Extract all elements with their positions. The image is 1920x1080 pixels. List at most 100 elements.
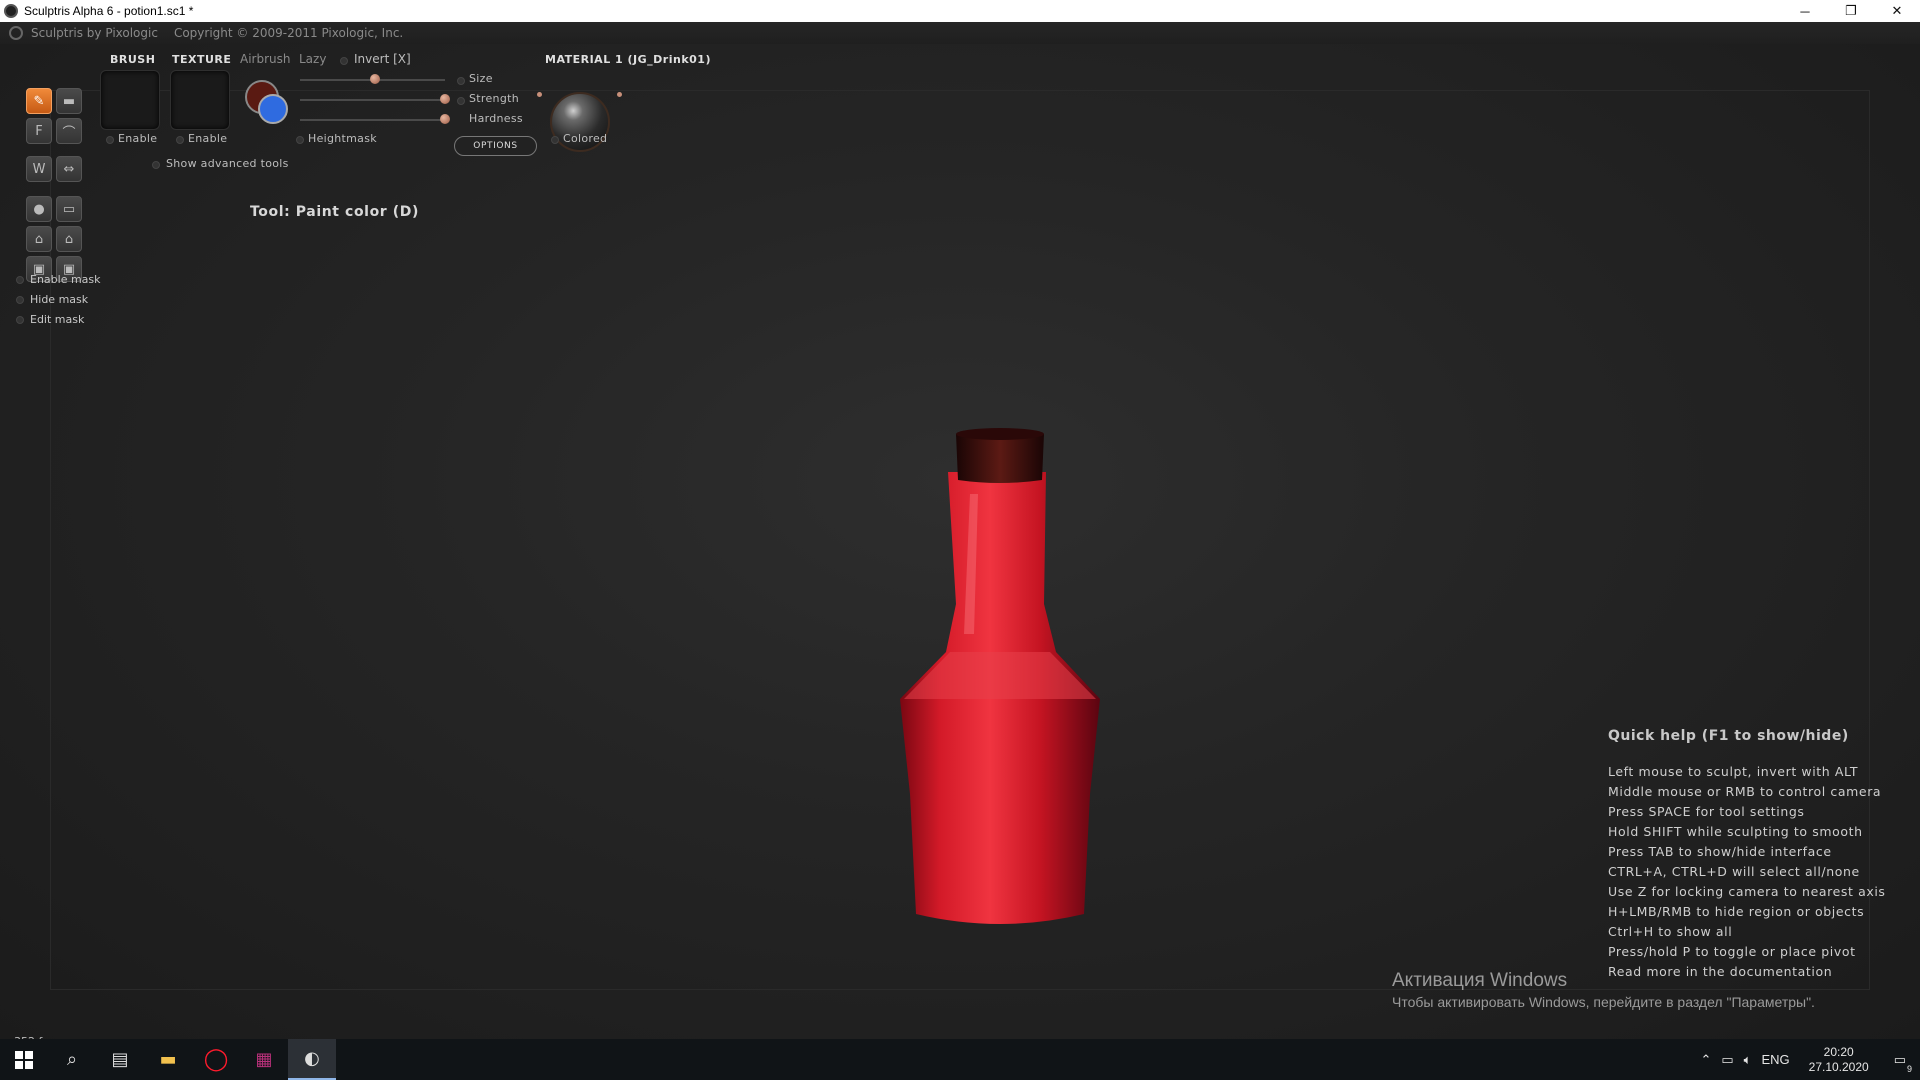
sculptris-logo-icon xyxy=(9,26,23,40)
help-line: Middle mouse or RMB to control camera xyxy=(1608,784,1882,799)
clock-time: 20:20 xyxy=(1823,1044,1854,1059)
invert-toggle[interactable]: Invert [X] xyxy=(354,52,411,66)
help-line: Hold SHIFT while sculpting to smooth xyxy=(1608,824,1863,839)
help-line: H+LMB/RMB to hide region or objects xyxy=(1608,904,1865,919)
help-line: Ctrl+H to show all xyxy=(1608,924,1733,939)
copyright-text: Copyright © 2009-2011 Pixologic, Inc. xyxy=(173,26,404,40)
windows-activation-watermark: Активация Windows Чтобы активировать Win… xyxy=(1392,970,1815,1010)
volume-icon[interactable]: 🔈︎ xyxy=(1744,1052,1752,1068)
current-tool-caption: Tool: Paint color (D) xyxy=(250,204,419,220)
texture-enable-label: Enable xyxy=(188,132,228,145)
hardness-label: Hardness xyxy=(469,112,523,125)
task-view-icon[interactable]: ▤ xyxy=(96,1039,144,1080)
hide-mask-option[interactable]: Hide mask xyxy=(16,293,88,306)
advanced-tools-radio-icon[interactable] xyxy=(152,161,160,169)
grab-icon[interactable]: ● xyxy=(26,196,52,222)
enable-mask-option[interactable]: Enable mask xyxy=(16,273,101,286)
enable-mask-label: Enable mask xyxy=(30,273,101,286)
start-button[interactable] xyxy=(0,1039,48,1080)
app-canvas[interactable]: Sculptris by Pixologic Copyright © 2009-… xyxy=(0,22,1920,1048)
taskbar: ⌕ ▤ ▬ ◯ ▦ ◐ ⌃ ▭ 🔈︎ ENG 20:20 27.10.2020 … xyxy=(0,1039,1920,1080)
quick-help-title: Quick help (F1 to show/hide) xyxy=(1608,728,1849,744)
strength-radio-icon[interactable] xyxy=(457,97,465,105)
radio-icon xyxy=(16,295,24,304)
strength-slider[interactable] xyxy=(300,99,445,101)
brush-heading: BRUSH xyxy=(110,53,156,66)
app-header: Sculptris by Pixologic Copyright © 2009-… xyxy=(0,22,1920,44)
help-line: Press/hold P to toggle or place pivot xyxy=(1608,944,1856,959)
file-explorer-icon[interactable]: ▬ xyxy=(144,1039,192,1080)
system-tray: ⌃ ▭ 🔈︎ ENG 20:20 27.10.2020 ▭ 9 xyxy=(1695,1039,1920,1080)
notification-count: 9 xyxy=(1906,1063,1912,1074)
close-button[interactable]: ✕ xyxy=(1874,0,1920,22)
colored-radio-icon[interactable] xyxy=(551,136,559,144)
search-icon[interactable]: ⌕ xyxy=(48,1039,96,1080)
notification-icon[interactable]: ▭ 9 xyxy=(1894,1052,1912,1074)
show-advanced-tools-label[interactable]: Show advanced tools xyxy=(166,157,289,170)
secondary-color-swatch[interactable] xyxy=(258,94,288,124)
bottle-model[interactable] xyxy=(860,394,1140,954)
help-line: Use Z for locking camera to nearest axis xyxy=(1608,884,1886,899)
airbrush-toggle[interactable]: Airbrush xyxy=(240,52,291,66)
heightmask-label: Heightmask xyxy=(308,132,377,145)
texture-heading: TEXTURE xyxy=(172,53,232,66)
crease-icon[interactable]: ⌒ xyxy=(56,118,82,144)
opera-icon[interactable]: ◯ xyxy=(192,1039,240,1080)
clock-date: 27.10.2020 xyxy=(1808,1059,1869,1074)
help-line: Press SPACE for tool settings xyxy=(1608,804,1805,819)
material-heading: MATERIAL 1 (JG_Drink01) xyxy=(545,53,711,66)
pinch-icon[interactable]: ⇔ xyxy=(56,156,82,182)
help-line: CTRL+A, CTRL+D will select all/none xyxy=(1608,864,1860,879)
window-title: Sculptris Alpha 6 - potion1.sc1 * xyxy=(24,4,194,18)
smooth-icon[interactable]: ▬ xyxy=(56,88,82,114)
radio-icon xyxy=(16,315,24,324)
hide-mask-label: Hide mask xyxy=(30,293,89,306)
network-icon[interactable]: ▭ xyxy=(1721,1052,1733,1068)
brush-enable-label: Enable xyxy=(118,132,158,145)
edit-mask-label: Edit mask xyxy=(30,313,85,326)
archiver-icon[interactable]: ▦ xyxy=(240,1039,288,1080)
brush-enable-radio-icon[interactable] xyxy=(106,136,114,144)
strength-slider-knob[interactable] xyxy=(440,94,450,104)
hardness-slider[interactable] xyxy=(300,119,445,121)
brush-icon[interactable]: ✎ xyxy=(26,88,52,114)
size-label: Size xyxy=(469,72,493,85)
bottle-shoulder xyxy=(904,652,1096,699)
reduce-icon[interactable]: ⌂ xyxy=(56,226,82,252)
scale-icon[interactable]: ▭ xyxy=(56,196,82,222)
activation-title: Активация Windows xyxy=(1392,970,1568,991)
colored-label: Colored xyxy=(563,132,608,145)
app-name: Sculptris by Pixologic xyxy=(31,26,158,40)
texture-swatch[interactable] xyxy=(170,70,230,130)
strength-label: Strength xyxy=(469,92,519,105)
cork-top xyxy=(956,428,1044,440)
windows-logo-icon xyxy=(15,1050,33,1069)
size-slider-knob[interactable] xyxy=(370,74,380,84)
sculptris-taskbar-icon[interactable]: ◐ xyxy=(288,1039,336,1080)
lazy-toggle[interactable]: Lazy xyxy=(299,52,326,66)
hardness-slider-knob[interactable] xyxy=(440,114,450,124)
help-line: Left mouse to sculpt, invert with ALT xyxy=(1608,764,1859,779)
window-titlebar: Sculptris Alpha 6 - potion1.sc1 * ─ ❐ ✕ xyxy=(0,0,1920,22)
restore-button[interactable]: ❐ xyxy=(1828,0,1874,22)
texture-enable-radio-icon[interactable] xyxy=(176,136,184,144)
heightmask-radio-icon[interactable] xyxy=(296,136,304,144)
language-indicator[interactable]: ENG xyxy=(1761,1052,1789,1067)
clock[interactable]: 20:20 27.10.2020 xyxy=(1809,1045,1869,1075)
brush-swatch[interactable] xyxy=(100,70,160,130)
flatten-icon[interactable]: F xyxy=(26,118,52,144)
minimize-button[interactable]: ─ xyxy=(1782,0,1828,22)
quick-help-panel: Quick help (F1 to show/hide) Left mouse … xyxy=(1608,728,1908,984)
material-next-icon[interactable] xyxy=(617,92,622,97)
activation-subtitle: Чтобы активировать Windows, перейдите в … xyxy=(1392,994,1815,1010)
help-line: Press TAB to show/hide interface xyxy=(1608,844,1832,859)
size-radio-icon[interactable] xyxy=(457,77,465,85)
edit-mask-option[interactable]: Edit mask xyxy=(16,313,84,326)
radio-icon xyxy=(16,275,24,284)
options-button[interactable]: OPTIONS xyxy=(454,136,537,156)
invert-radio-icon[interactable] xyxy=(340,57,348,65)
chevron-up-icon[interactable]: ⌃ xyxy=(1700,1052,1711,1068)
rotate-icon[interactable]: ⌂ xyxy=(26,226,52,252)
material-prev-icon[interactable] xyxy=(537,92,542,97)
draw-icon[interactable]: W xyxy=(26,156,52,182)
